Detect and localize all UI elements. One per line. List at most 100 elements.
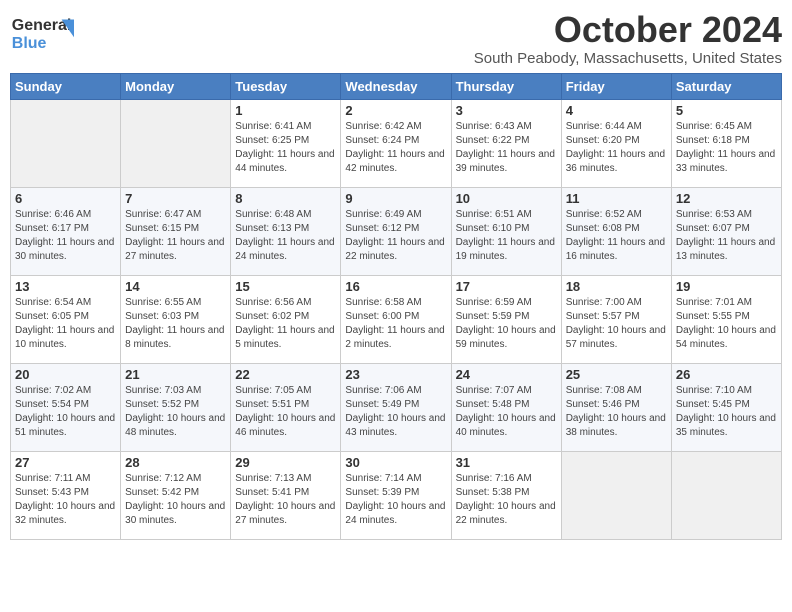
calendar-table: SundayMondayTuesdayWednesdayThursdayFrid… <box>10 73 782 540</box>
sunset-text: Sunset: 6:00 PM <box>345 311 419 322</box>
daylight-text: Daylight: 10 hours and 38 minutes. <box>566 413 666 438</box>
day-number: 26 <box>676 367 777 382</box>
calendar-cell-w2-d6: 11Sunrise: 6:52 AMSunset: 6:08 PMDayligh… <box>561 187 671 275</box>
calendar-cell-w3-d2: 14Sunrise: 6:55 AMSunset: 6:03 PMDayligh… <box>121 275 231 363</box>
calendar-cell-w3-d7: 19 Sunrise: 7:01 AMSunset: 5:55 PMDayligh… <box>671 275 781 363</box>
calendar-cell-w2-d5: 10Sunrise: 6:51 AMSunset: 6:10 PMDayligh… <box>451 187 561 275</box>
day-info: Sunrise: 6:46 AMSunset: 6:17 PMDaylight:… <box>15 208 116 264</box>
sunrise-text: Sunrise: 6:56 AM <box>235 297 311 308</box>
sunset-text: Sunset: 5:55 PM <box>676 311 750 322</box>
day-info: Sunrise: 6:55 AMSunset: 6:03 PMDaylight:… <box>125 296 226 352</box>
sunrise-text: Sunrise: 7:11 AM <box>15 473 90 484</box>
sunrise-text: Sunrise: 6:52 AM <box>566 209 642 220</box>
sunset-text: Sunset: 5:46 PM <box>566 399 640 410</box>
day-info: Sunrise: 7:08 AMSunset: 5:46 PMDaylight:… <box>566 384 667 440</box>
calendar-cell-w2-d4: 9 Sunrise: 6:49 AMSunset: 6:12 PMDaylight… <box>341 187 451 275</box>
sunrise-text: Sunrise: 7:02 AM <box>15 385 91 396</box>
sunrise-text: Sunrise: 7:12 AM <box>125 473 201 484</box>
daylight-text: Daylight: 11 hours and 44 minutes. <box>235 149 334 174</box>
calendar-cell-w3-d3: 15Sunrise: 6:56 AMSunset: 6:02 PMDayligh… <box>231 275 341 363</box>
sunrise-text: Sunrise: 7:14 AM <box>345 473 421 484</box>
sunrise-text: Sunrise: 6:55 AM <box>125 297 201 308</box>
calendar-cell-w2-d2: 7Sunrise: 6:47 AMSunset: 6:15 PMDaylight… <box>121 187 231 275</box>
sunset-text: Sunset: 5:38 PM <box>456 487 530 498</box>
calendar-cell-w1-d2 <box>121 99 231 187</box>
day-number: 7 <box>125 191 226 206</box>
day-number: 14 <box>125 279 226 294</box>
daylight-text: Daylight: 11 hours and 33 minutes. <box>676 149 775 174</box>
calendar-cell-w3-d6: 18Sunrise: 7:00 AMSunset: 5:57 PMDayligh… <box>561 275 671 363</box>
day-info: Sunrise: 6:44 AMSunset: 6:20 PMDaylight:… <box>566 120 667 176</box>
logo: General Blue <box>10 10 90 60</box>
sunrise-text: Sunrise: 7:00 AM <box>566 297 642 308</box>
week-row-3: 13Sunrise: 6:54 AMSunset: 6:05 PMDayligh… <box>11 275 782 363</box>
sunset-text: Sunset: 5:57 PM <box>566 311 640 322</box>
sunrise-text: Sunrise: 6:49 AM <box>345 209 421 220</box>
day-number: 28 <box>125 455 226 470</box>
day-number: 4 <box>566 103 667 118</box>
daylight-text: Daylight: 10 hours and 30 minutes. <box>125 501 225 526</box>
calendar-cell-w5-d4: 30Sunrise: 7:14 AMSunset: 5:39 PMDayligh… <box>341 451 451 539</box>
day-number: 12 <box>676 191 777 206</box>
week-row-4: 20 Sunrise: 7:02 AM Sunset: 5:54 PM Dayligh… <box>11 363 782 451</box>
sunset-text: Sunset: 6:18 PM <box>676 135 750 146</box>
daylight-text: Daylight: 11 hours and 39 minutes. <box>456 149 555 174</box>
day-number: 3 <box>456 103 557 118</box>
day-number: 9 <box>345 191 446 206</box>
sunset-text: Sunset: 5:52 PM <box>125 399 199 410</box>
day-number: 1 <box>235 103 336 118</box>
day-info: Sunrise: 7:13 AMSunset: 5:41 PMDaylight:… <box>235 472 336 528</box>
day-info: Sunrise: 6:42 AMSunset: 6:24 PMDaylight:… <box>345 120 446 176</box>
sunset-text: Sunset: 5:43 PM <box>15 487 89 498</box>
sunrise-text: Sunrise: 6:59 AM <box>456 297 532 308</box>
calendar-cell-w4-d7: 26Sunrise: 7:10 AMSunset: 5:45 PMDayligh… <box>671 363 781 451</box>
sunset-text: Sunset: 6:10 PM <box>456 223 530 234</box>
day-info: Sunrise: 7:12 AMSunset: 5:42 PMDaylight:… <box>125 472 226 528</box>
daylight-text: Daylight: 11 hours and 36 minutes. <box>566 149 665 174</box>
calendar-cell-w5-d5: 31Sunrise: 7:16 AMSunset: 5:38 PMDayligh… <box>451 451 561 539</box>
day-info: Sunrise: 6:49 AMSunset: 6:12 PMDaylight:… <box>345 208 446 264</box>
sunset-text: Sunset: 5:54 PM <box>15 399 89 410</box>
day-info: Sunrise: 7:02 AMSunset: 5:54 PMDaylight:… <box>15 384 116 440</box>
day-info: Sunrise: 6:41 AM Sunset: 6:25 PM Daylight:… <box>235 120 336 176</box>
weekday-header-row: SundayMondayTuesdayWednesdayThursdayFrid… <box>11 73 782 99</box>
day-number: 19 <box>676 279 777 294</box>
sunset-text: Sunset: 6:13 PM <box>235 223 309 234</box>
weekday-header-tuesday: Tuesday <box>231 73 341 99</box>
calendar-cell-w1-d3: 1 Sunrise: 6:41 AM Sunset: 6:25 PM Daylight… <box>231 99 341 187</box>
day-number: 20 <box>15 367 116 382</box>
sunset-text: Sunset: 6:17 PM <box>15 223 89 234</box>
sunrise-text: Sunrise: 6:43 AM <box>456 121 532 132</box>
sunrise-text: Sunrise: 6:44 AM <box>566 121 642 132</box>
sunset-text: Sunset: 6:03 PM <box>125 311 199 322</box>
daylight-text: Daylight: 11 hours and 22 minutes. <box>345 237 444 262</box>
day-number: 8 <box>235 191 336 206</box>
daylight-text: Daylight: 10 hours and 24 minutes. <box>345 501 445 526</box>
calendar-cell-w4-d6: 25Sunrise: 7:08 AMSunset: 5:46 PMDayligh… <box>561 363 671 451</box>
sunrise-text: Sunrise: 7:03 AM <box>125 385 201 396</box>
daylight-text: Daylight: 10 hours and 22 minutes. <box>456 501 556 526</box>
sunrise-text: Sunrise: 6:41 AM <box>235 121 311 132</box>
calendar-cell-w2-d3: 8Sunrise: 6:48 AMSunset: 6:13 PMDaylight… <box>231 187 341 275</box>
day-info: Sunrise: 6:54 AMSunset: 6:05 PMDaylight:… <box>15 296 116 352</box>
sunset-text: Sunset: 5:41 PM <box>235 487 309 498</box>
sunset-text: Sunset: 6:25 PM <box>235 135 309 146</box>
daylight-text: Daylight: 11 hours and 13 minutes. <box>676 237 775 262</box>
day-number: 21 <box>125 367 226 382</box>
daylight-text: Daylight: 11 hours and 24 minutes. <box>235 237 334 262</box>
sunrise-text: Sunrise: 7:13 AM <box>235 473 311 484</box>
weekday-header-wednesday: Wednesday <box>341 73 451 99</box>
day-info: Sunrise: 6:43 AMSunset: 6:22 PMDaylight:… <box>456 120 557 176</box>
calendar-cell-w3-d4: 16Sunrise: 6:58 AMSunset: 6:00 PMDayligh… <box>341 275 451 363</box>
sunrise-text: Sunrise: 6:42 AM <box>345 121 421 132</box>
daylight-text: Daylight: 10 hours and 35 minutes. <box>676 413 776 438</box>
daylight-text: Daylight: 10 hours and 32 minutes. <box>15 501 115 526</box>
day-info: Sunrise: 6:59 AMSunset: 5:59 PMDaylight:… <box>456 296 557 352</box>
main-container: General Blue October 2024 South Peabody,… <box>0 0 792 550</box>
week-row-1: 1 Sunrise: 6:41 AM Sunset: 6:25 PM Daylight… <box>11 99 782 187</box>
sunrise-text: Sunrise: 6:45 AM <box>676 121 752 132</box>
day-info: Sunrise: 7:06 AMSunset: 5:49 PMDaylight:… <box>345 384 446 440</box>
day-info: Sunrise: 7:01 AMSunset: 5:55 PMDaylight:… <box>676 296 777 352</box>
calendar-cell-w3-d1: 13Sunrise: 6:54 AMSunset: 6:05 PMDayligh… <box>11 275 121 363</box>
day-info: Sunrise: 7:00 AMSunset: 5:57 PMDaylight:… <box>566 296 667 352</box>
